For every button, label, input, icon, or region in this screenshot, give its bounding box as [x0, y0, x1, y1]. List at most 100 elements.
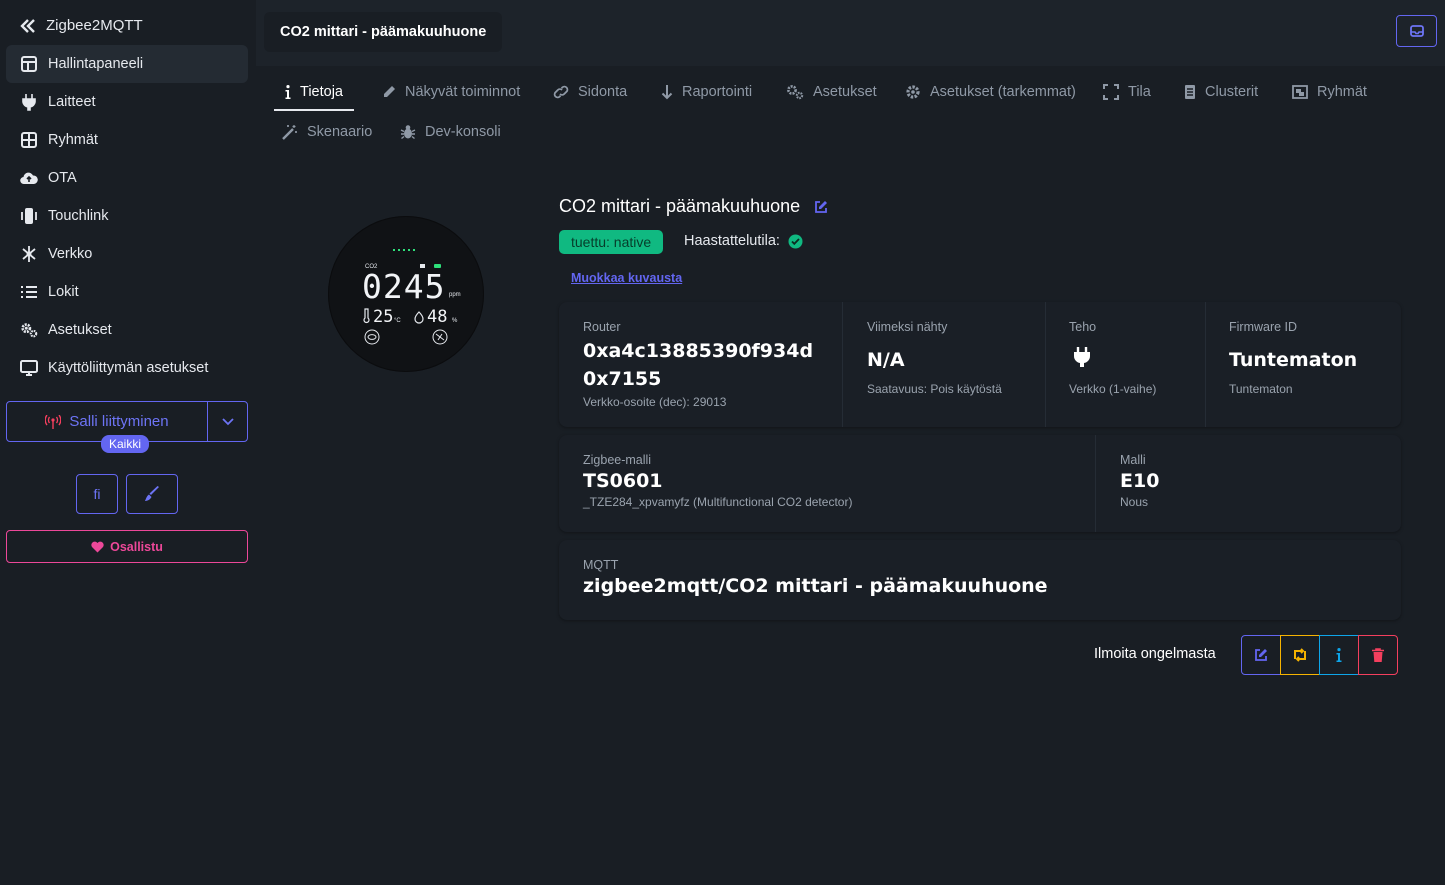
- stat-label: Zigbee-malli: [583, 453, 652, 467]
- tab-label: Ryhmät: [1317, 84, 1367, 100]
- pencil-icon: [382, 85, 396, 99]
- tab-label: Clusterit: [1205, 84, 1259, 100]
- reconfigure-button[interactable]: [1280, 635, 1320, 675]
- ieee-address: 0xa4c13885390f934d: [583, 340, 814, 362]
- language-button[interactable]: fi: [76, 474, 118, 514]
- tab-reporting[interactable]: Raportointi: [661, 74, 752, 110]
- sidebar-nav: Hallintapaneeli Laitteet Ryhmät OTA Touc…: [6, 45, 248, 387]
- link-icon: [553, 85, 569, 99]
- sidebar-item-dashboard[interactable]: Hallintapaneeli: [6, 45, 248, 83]
- humidity-readout: 48: [427, 307, 447, 327]
- remove-button[interactable]: [1358, 635, 1398, 675]
- stat-last-seen: Viimeksi nähty N/A Saatavuus: Pois käytö…: [867, 320, 1002, 396]
- sidebar-item-ui-settings[interactable]: Käyttöliittymän asetukset: [6, 349, 248, 387]
- tab-info[interactable]: Tietoja: [285, 74, 343, 110]
- dashboard-icon: [20, 55, 38, 73]
- rename-icon[interactable]: [814, 200, 828, 214]
- edit-icon: [1254, 648, 1268, 662]
- info-icon: [285, 85, 291, 99]
- antenna-icon: [45, 414, 62, 429]
- sidebar: Zigbee2MQTT Hallintapaneeli Laitteet Ryh…: [0, 0, 256, 885]
- ppm-label: ppm: [449, 292, 461, 298]
- sidebar-item-label: Käyttöliittymän asetukset: [48, 360, 209, 376]
- stat-label: Firmware ID: [1229, 320, 1298, 334]
- firmware-sub: Tuntematon: [1229, 382, 1293, 396]
- device-name-heading: CO2 mittari - päämakuuhuone: [559, 196, 828, 217]
- model-value: E10: [1120, 470, 1160, 492]
- brand[interactable]: Zigbee2MQTT: [20, 17, 143, 34]
- tab-label: Asetukset: [813, 84, 877, 100]
- stat-label: Malli: [1120, 453, 1146, 467]
- tab-label: Dev-konsoli: [425, 124, 501, 140]
- sidebar-item-groups[interactable]: Ryhmät: [6, 121, 248, 159]
- co2-readout: 0245: [362, 267, 445, 306]
- cogs-icon: [786, 84, 804, 100]
- rename-button[interactable]: [1241, 635, 1281, 675]
- tab-label: Sidonta: [578, 84, 628, 100]
- double-chevron-left-icon[interactable]: [20, 18, 36, 33]
- power-source: Verkko (1-vaihe): [1069, 382, 1157, 396]
- tab-clusters[interactable]: Clusterit: [1184, 74, 1258, 110]
- edit-description-link[interactable]: Muokkaa kuvausta: [571, 271, 682, 285]
- sidebar-item-label: Lokit: [48, 284, 79, 300]
- sidebar-item-ota[interactable]: OTA: [6, 159, 248, 197]
- stat-label: Teho: [1069, 320, 1097, 334]
- sidebar-item-network[interactable]: Verkko: [6, 235, 248, 273]
- temperature-readout: 25: [373, 307, 393, 327]
- cog-icon: [905, 84, 921, 100]
- sponsor-button[interactable]: Osallistu: [6, 530, 248, 563]
- device-name: CO2 mittari - päämakuuhuone: [559, 196, 801, 216]
- temperature-unit: °C: [394, 318, 401, 324]
- object-group-icon: [1292, 85, 1308, 99]
- toggle-panel-button[interactable]: [1396, 15, 1437, 47]
- info-icon: [1336, 648, 1342, 662]
- bug-icon: [400, 124, 416, 140]
- list-icon: [20, 283, 38, 301]
- plug-icon: [20, 93, 38, 111]
- mqtt-topic: zigbee2mqtt/CO2 mittari - päämakuuhuone: [583, 575, 1048, 597]
- interview-label: Haastattelutila:: [684, 233, 780, 249]
- tab-state[interactable]: Tila: [1103, 74, 1151, 110]
- sidebar-item-touchlink[interactable]: Touchlink: [6, 197, 248, 235]
- device-image: CO2 0245 ppm 25 °C 48 %: [328, 216, 484, 372]
- stat-model: Malli E10 Nous: [1120, 453, 1159, 509]
- last-seen-value: N/A: [867, 349, 905, 371]
- sidebar-item-label: OTA: [48, 170, 77, 186]
- interview-button[interactable]: [1319, 635, 1359, 675]
- network-address: 0x7155: [583, 368, 662, 390]
- cloud-upload-icon: [20, 169, 38, 187]
- sponsor-label: Osallistu: [110, 539, 163, 554]
- tab-dev-console[interactable]: Dev-konsoli: [400, 114, 501, 150]
- sidebar-item-label: Ryhmät: [48, 132, 98, 148]
- tab-label: Tietoja: [300, 84, 343, 100]
- network-address-dec: Verkko-osoite (dec): 29013: [583, 395, 727, 409]
- stat-label: Router: [583, 320, 621, 334]
- sidebar-item-settings[interactable]: Asetukset: [6, 311, 248, 349]
- tab-label: Tila: [1128, 84, 1151, 100]
- sidebar-item-devices[interactable]: Laitteet: [6, 83, 248, 121]
- sidebar-item-label: Touchlink: [48, 208, 109, 224]
- tab-settings[interactable]: Asetukset: [786, 74, 877, 110]
- stat-zigbee-model: Zigbee-malli TS0601 _TZE284_xpvamyfz (Mu…: [583, 453, 852, 509]
- theme-button[interactable]: [126, 474, 178, 514]
- expand-icon: [1103, 84, 1119, 100]
- device-actions: [1241, 635, 1398, 675]
- magic-wand-icon: [282, 124, 298, 140]
- brand-title: Zigbee2MQTT: [46, 17, 143, 34]
- tab-settings-specific[interactable]: Asetukset (tarkemmat): [905, 74, 1076, 110]
- plug-icon: [1073, 346, 1156, 374]
- tab-groups[interactable]: Ryhmät: [1292, 74, 1367, 110]
- monitor-icon: [20, 359, 38, 377]
- inbox-icon: [1409, 25, 1424, 37]
- tab-scene[interactable]: Skenaario: [282, 114, 372, 150]
- tab-bind[interactable]: Sidonta: [553, 74, 627, 110]
- tab-exposes[interactable]: Näkyvät toiminnot: [382, 74, 520, 110]
- paint-brush-icon: [144, 486, 160, 502]
- stat-firmware: Firmware ID Tuntematon Tuntematon: [1229, 320, 1357, 396]
- heart-icon: [91, 541, 104, 553]
- report-issue-link[interactable]: Ilmoita ongelmasta: [1094, 646, 1216, 662]
- stat-label: Viimeksi nähty: [867, 320, 948, 334]
- permit-join-dropdown[interactable]: [207, 402, 247, 441]
- sidebar-item-logs[interactable]: Lokit: [6, 273, 248, 311]
- permit-target-badge: Kaikki: [101, 435, 150, 453]
